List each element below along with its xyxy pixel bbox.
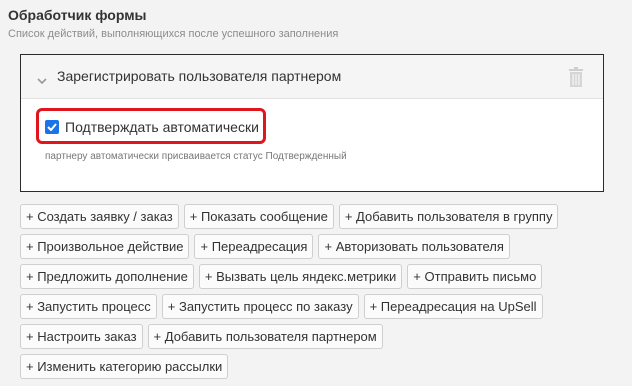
button-row: + Запустить процесс + Запустить процесс … bbox=[20, 294, 620, 319]
action-title: Зарегистрировать пользователя партнером bbox=[57, 68, 342, 84]
auto-confirm-label[interactable]: Подтверждать автоматически bbox=[65, 119, 259, 135]
configure-order-button[interactable]: + Настроить заказ bbox=[20, 324, 143, 349]
button-row: + Предложить дополнение + Вызвать цель я… bbox=[20, 264, 620, 289]
button-row: + Создать заявку / заказ + Показать сооб… bbox=[20, 204, 620, 229]
action-header[interactable]: Зарегистрировать пользователя партнером bbox=[21, 55, 603, 99]
add-action-buttons: + Создать заявку / заказ + Показать сооб… bbox=[20, 204, 620, 384]
section-title: Обработчик формы bbox=[8, 7, 147, 23]
auto-confirm-option[interactable]: Подтверждать автоматически bbox=[45, 119, 259, 135]
change-mailing-category-button[interactable]: + Изменить категорию рассылки bbox=[20, 354, 229, 379]
checkmark-icon bbox=[47, 123, 57, 131]
button-row: + Изменить категорию рассылки bbox=[20, 354, 620, 379]
custom-action-button[interactable]: + Произвольное действие bbox=[20, 234, 190, 259]
start-process-button[interactable]: + Запустить процесс bbox=[20, 294, 157, 319]
show-message-button[interactable]: + Показать сообщение bbox=[183, 204, 334, 229]
button-row: + Произвольное действие + Переадресация … bbox=[20, 234, 620, 259]
section-subtitle: Список действий, выполняющихся после усп… bbox=[8, 28, 339, 40]
yandex-metrika-goal-button[interactable]: + Вызвать цель яндекс.метрики bbox=[198, 264, 403, 289]
create-order-button[interactable]: + Создать заявку / заказ bbox=[20, 204, 179, 229]
upsell-redirect-button[interactable]: + Переадресация на UpSell bbox=[363, 294, 543, 319]
auto-confirm-hint: партнеру автоматически присваивается ста… bbox=[45, 151, 347, 162]
action-card: Зарегистрировать пользователя партнером … bbox=[20, 54, 604, 192]
add-user-as-partner-button[interactable]: + Добавить пользователя партнером bbox=[147, 324, 383, 349]
add-user-to-group-button[interactable]: + Добавить пользователя в группу bbox=[338, 204, 559, 229]
offer-addon-button[interactable]: + Предложить дополнение bbox=[20, 264, 194, 289]
form-handler-panel: Обработчик формы Список действий, выполн… bbox=[0, 0, 632, 386]
authorize-user-button[interactable]: + Авторизовать пользователя bbox=[318, 234, 510, 259]
send-email-button[interactable]: + Отправить письмо bbox=[407, 264, 543, 289]
chevron-down-icon[interactable] bbox=[37, 72, 47, 90]
start-order-process-button[interactable]: + Запустить процесс по заказу bbox=[161, 294, 359, 319]
auto-confirm-checkbox[interactable] bbox=[45, 120, 59, 134]
trash-icon[interactable] bbox=[569, 67, 583, 92]
redirect-button[interactable]: + Переадресация bbox=[194, 234, 314, 259]
button-row: + Настроить заказ + Добавить пользовател… bbox=[20, 324, 620, 349]
